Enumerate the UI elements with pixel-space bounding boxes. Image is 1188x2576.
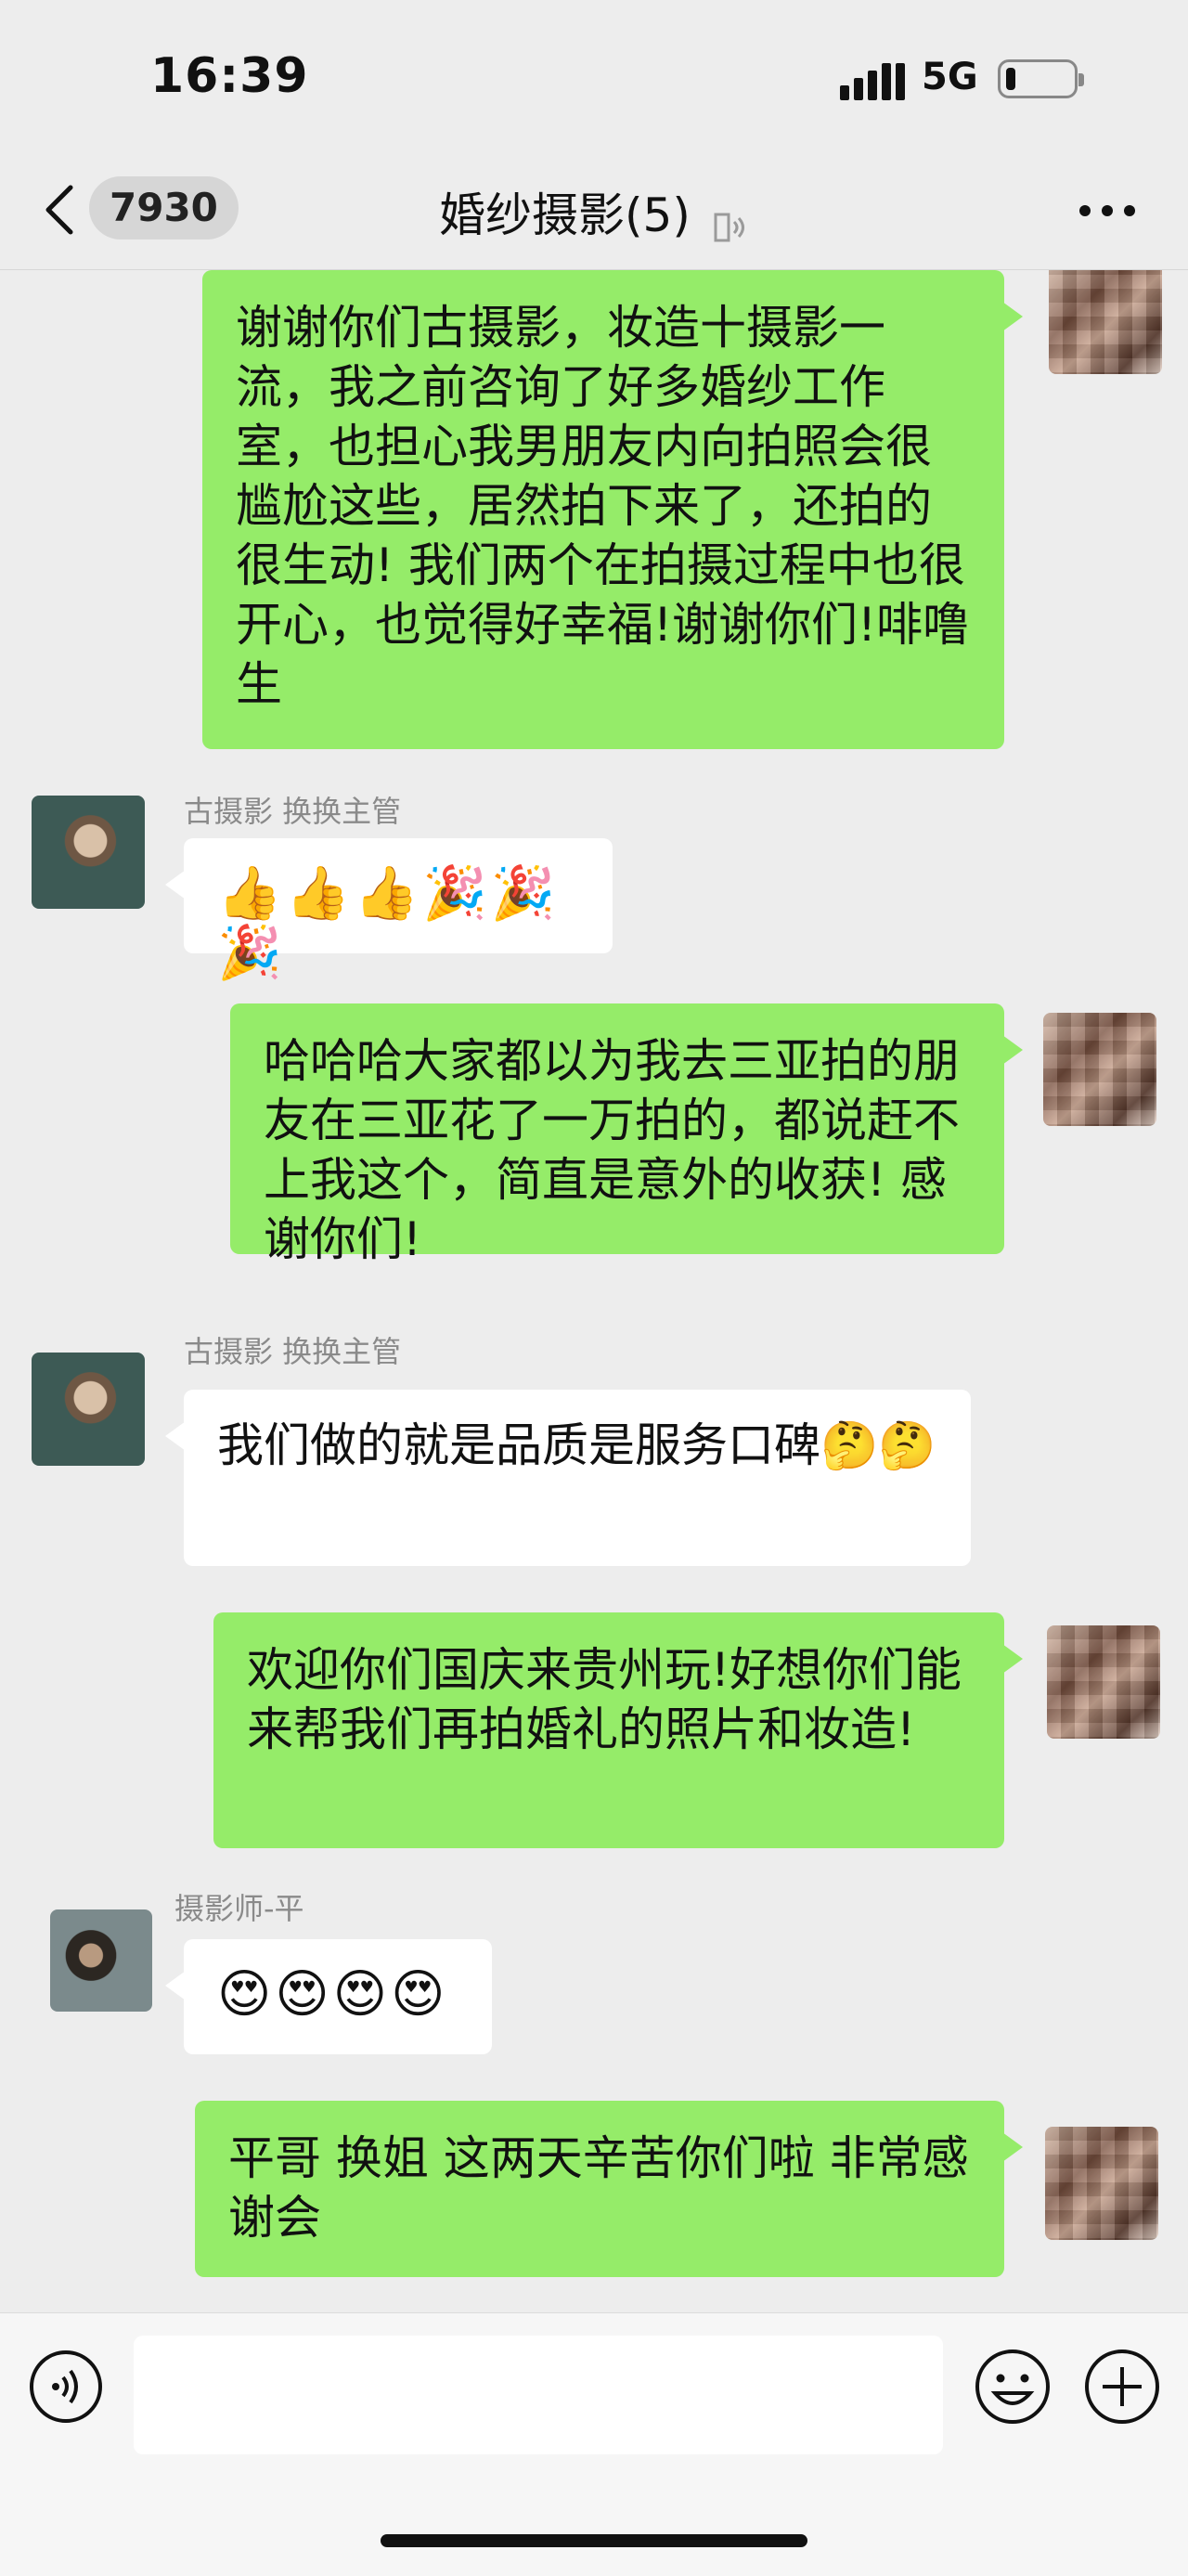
voice-icon[interactable]: [28, 2349, 104, 2425]
plus-icon[interactable]: [1082, 2347, 1162, 2427]
emoji-icon[interactable]: [973, 2347, 1052, 2427]
self-avatar[interactable]: [1047, 1625, 1160, 1739]
cellular-signal-icon: [840, 63, 905, 100]
battery-level: [1006, 68, 1015, 90]
message-text: 谢谢你们古摄影，妆造十摄影一流，我之前咨询了好多婚纱工作室，也担心我男朋友内向拍…: [236, 301, 970, 711]
message-text: 👍👍👍🎉🎉🎉: [217, 863, 560, 983]
message-text: 我们做的就是品质是服务口碑🤔🤔: [217, 1418, 936, 1472]
status-bar: 16:39 5G: [0, 0, 1188, 149]
sender-avatar[interactable]: [32, 796, 145, 909]
sender-avatar[interactable]: [32, 1353, 145, 1466]
sender-avatar[interactable]: [50, 1909, 152, 2012]
message-text: 平哥 换姐 这两天辛苦你们啦 非常感谢会: [228, 2131, 969, 2245]
message-list[interactable]: 谢谢你们古摄影，妆造十摄影一流，我之前咨询了好多婚纱工作室，也担心我男朋友内向拍…: [0, 270, 1188, 2312]
message-text: 哈哈哈大家都以为我去三亚拍的朋友在三亚花了一万拍的，都说赶不上我这个，简直是意外…: [264, 1034, 960, 1266]
message-bubble-outgoing[interactable]: 谢谢你们古摄影，妆造十摄影一流，我之前咨询了好多婚纱工作室，也担心我男朋友内向拍…: [202, 270, 1023, 749]
chat-title[interactable]: 婚纱摄影(5): [439, 188, 691, 242]
battery-icon: [998, 59, 1084, 98]
sender-name: 古摄影 换换主管: [184, 794, 402, 829]
message-bubble-outgoing[interactable]: 平哥 换姐 这两天辛苦你们啦 非常感谢会: [195, 2101, 1023, 2277]
battery-cap: [1078, 73, 1084, 86]
message-text: 欢迎你们国庆来贵州玩!好想你们能来帮我们再拍婚礼的照片和妆造!: [247, 1643, 962, 1756]
home-indicator: [381, 2534, 807, 2547]
message-bubble-incoming[interactable]: 👍👍👍🎉🎉🎉: [165, 838, 613, 983]
message-text: 😍😍😍😍: [217, 1964, 449, 2025]
network-type: 5G: [922, 56, 978, 98]
chat-title-wrap: 婚纱摄影(5): [0, 178, 1188, 248]
message-bubble-outgoing[interactable]: 哈哈哈大家都以为我去三亚拍的朋友在三亚花了一万拍的，都说赶不上我这个，简直是意外…: [230, 1003, 1023, 1266]
sender-name: 摄影师-平: [174, 1891, 304, 1926]
message-bubble-incoming[interactable]: 😍😍😍😍: [165, 1939, 492, 2054]
mute-icon: [714, 213, 744, 241]
chat-header: 7930 婚纱摄影(5): [0, 149, 1188, 270]
message-bubble-outgoing[interactable]: 欢迎你们国庆来贵州玩!好想你们能来帮我们再拍婚礼的照片和妆造!: [213, 1612, 1023, 1848]
self-avatar[interactable]: [1045, 2127, 1158, 2240]
status-time: 16:39: [150, 48, 309, 104]
input-bar: [0, 2312, 1188, 2576]
more-icon[interactable]: [1077, 202, 1138, 219]
sender-name: 古摄影 换换主管: [184, 1334, 402, 1369]
message-bubble-incoming[interactable]: 我们做的就是品质是服务口碑🤔🤔: [165, 1390, 971, 1566]
message-input[interactable]: [134, 2336, 943, 2454]
self-avatar[interactable]: [1043, 1013, 1156, 1126]
self-avatar[interactable]: [1049, 270, 1162, 374]
